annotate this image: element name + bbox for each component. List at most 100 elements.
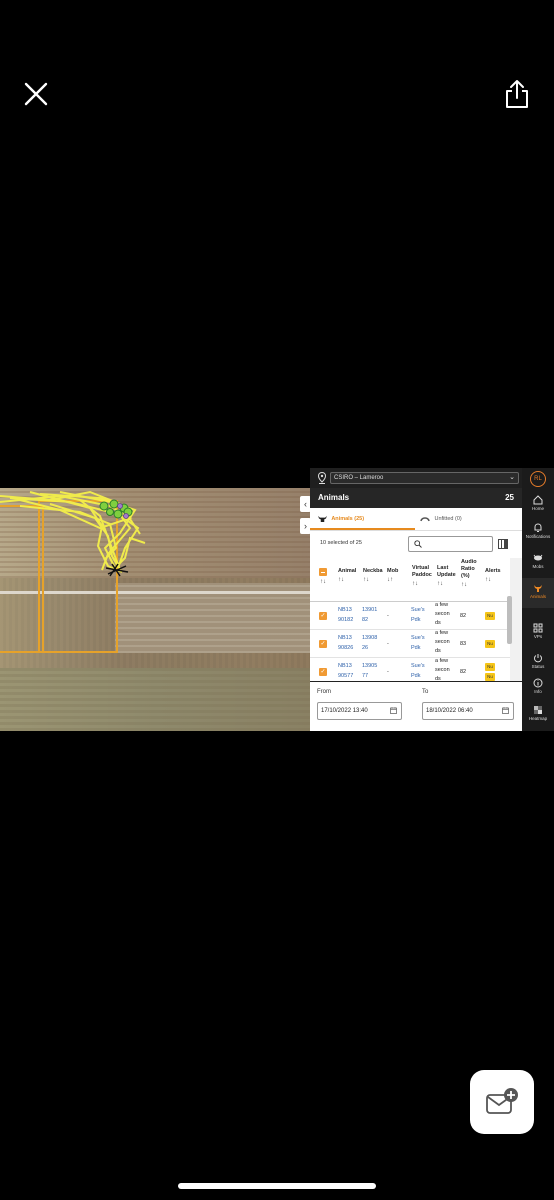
right-nav: RL Home Notifications Mobs Animals VPs S…	[522, 468, 554, 731]
info-icon	[533, 678, 543, 688]
nav-mobs[interactable]: Mobs	[522, 548, 554, 578]
property-select[interactable]: CSIRO – Lameroo ⌄	[330, 472, 519, 484]
nav-status-label: Status	[531, 664, 545, 669]
from-date-value: 17/10/2022 13:40	[321, 708, 368, 714]
virtual-paddock-value[interactable]: Sue's Pdk	[411, 633, 425, 653]
last-update-value: a few secon ds	[435, 630, 450, 654]
audio-ratio-value: 82	[460, 613, 467, 619]
close-button[interactable]	[20, 78, 52, 110]
scroll-thumb[interactable]	[507, 596, 512, 644]
from-label: From	[317, 689, 331, 695]
animal-count: 25	[505, 493, 514, 502]
tab-animals[interactable]: Animals (25)	[310, 508, 415, 530]
column-label: Virtual Paddoc	[412, 565, 432, 578]
sort-icon[interactable]: ↑↓	[320, 579, 326, 585]
account-bar: CSIRO – Lameroo ⌄	[310, 468, 522, 488]
nav-animals-label: Animals	[529, 594, 546, 599]
nav-home[interactable]: Home	[522, 490, 554, 520]
virtual-paddock-value[interactable]: Sue's Pdk	[411, 661, 425, 681]
table-row[interactable]: ✓ NB13 90577 13905 77 - Sue's Pdk a few seco…	[310, 658, 510, 681]
row-checkbox[interactable]: ✓	[319, 612, 327, 620]
to-date-input[interactable]: 18/10/2022 06:40	[422, 702, 514, 720]
neckband-id[interactable]: 13905 77	[362, 661, 377, 681]
mail-add-icon	[486, 1088, 518, 1114]
map-view[interactable]	[0, 488, 310, 731]
location-pin-icon	[318, 472, 326, 484]
to-label: To	[422, 689, 429, 695]
to-date-value: 18/10/2022 06:40	[426, 708, 473, 714]
row-checkbox[interactable]: ✓	[319, 668, 327, 676]
animal-icon	[534, 585, 542, 592]
nav-info-label: Info	[534, 689, 542, 694]
select-all-checkbox[interactable]	[319, 568, 327, 576]
column-label: Neckba	[363, 568, 383, 574]
share-icon	[506, 80, 528, 108]
mail-add-button[interactable]	[470, 1070, 534, 1134]
share-button[interactable]	[500, 76, 534, 112]
table-row[interactable]: ✓ NB13 90826 13908 26 - Sue's Pdk a few seco…	[310, 630, 510, 658]
from-date-input[interactable]: 17/10/2022 13:40	[317, 702, 402, 720]
alert-badge[interactable]: Nu	[485, 673, 495, 681]
calendar-icon	[390, 707, 397, 714]
nav-vps[interactable]: VPs	[522, 618, 554, 648]
column-label: Last Update	[437, 565, 456, 578]
audio-ratio-value: 82	[460, 669, 467, 675]
search-input[interactable]	[408, 536, 493, 552]
nav-info[interactable]: Info	[522, 673, 554, 703]
sort-icon: ↑↓	[363, 577, 369, 583]
calendar-icon	[502, 707, 509, 714]
column-header-virtual-paddock[interactable]: Virtual Paddoc ↑↓	[412, 565, 434, 588]
nav-heatmap[interactable]: Heatmap	[522, 700, 554, 730]
search-icon	[414, 540, 422, 548]
alert-badge[interactable]: Nu	[485, 640, 495, 648]
sort-icon: ↑↓	[412, 581, 418, 587]
animal-id[interactable]: NB13 90182	[338, 605, 353, 625]
chevron-left-icon: ‹	[304, 499, 307, 509]
row-checkbox[interactable]: ✓	[319, 640, 327, 648]
neckband-id[interactable]: 13908 26	[362, 633, 377, 653]
columns-icon[interactable]	[498, 539, 508, 549]
nav-heatmap-label: Heatmap	[528, 716, 548, 721]
mob-value: -	[387, 641, 389, 647]
close-x-icon	[24, 82, 48, 106]
column-label: Alerts	[485, 568, 501, 574]
neckband-id[interactable]: 13901 82	[362, 605, 377, 625]
column-header-last-update[interactable]: Last Update ↑↓	[437, 565, 457, 588]
animals-table: ↑↓ Animal ↑↓ Neckba ↑↓ Mob ↓↑ Virtual Pa…	[310, 558, 522, 681]
nav-notifications[interactable]: Notifications	[522, 518, 554, 548]
grid-icon	[533, 623, 543, 633]
sort-icon: ↓↑	[387, 577, 393, 583]
column-label: Animal	[338, 568, 357, 574]
animal-track-lines	[0, 490, 146, 577]
animal-id[interactable]: NB13 90577	[338, 661, 353, 681]
selection-toolbar: 10 selected of 25	[310, 531, 522, 555]
user-avatar[interactable]: RL	[530, 471, 546, 487]
nav-home-label: Home	[531, 506, 544, 511]
power-icon	[534, 654, 542, 663]
column-header-audio-ratio[interactable]: Audio Ratio (%) ↑↓	[461, 559, 481, 589]
alert-badge[interactable]: Nu	[485, 612, 495, 620]
nav-animals[interactable]: Animals	[522, 578, 554, 608]
panel-header: Animals 25	[310, 488, 522, 508]
animals-panel: Animals 25 Animals (25) Unfitted (0) 10 …	[310, 488, 522, 731]
animal-id[interactable]: NB13 90826	[338, 633, 353, 653]
alert-badge[interactable]: Nu	[485, 663, 495, 671]
sort-icon: ↑↓	[461, 582, 467, 588]
tab-unfitted[interactable]: Unfitted (0)	[420, 508, 520, 530]
home-icon	[533, 495, 543, 505]
column-header-alerts[interactable]: Alerts ↑↓	[485, 568, 501, 584]
chevron-down-icon: ⌄	[509, 474, 515, 481]
bell-icon	[534, 523, 542, 532]
column-header-neckband[interactable]: Neckba ↑↓	[363, 568, 383, 584]
column-header-animal[interactable]: Animal ↑↓	[338, 568, 356, 584]
virtual-paddock-value[interactable]: Sue's Pdk	[411, 605, 425, 625]
nav-vps-label: VPs	[533, 634, 543, 639]
mob-value: -	[387, 613, 389, 619]
column-header-mob[interactable]: Mob ↓↑	[387, 568, 398, 584]
mobs-icon	[533, 554, 543, 561]
panel-title: Animals	[318, 493, 350, 502]
table-row[interactable]: ✓ NB13 90182 13901 82 - Sue's Pdk a few seco…	[310, 602, 510, 630]
home-indicator[interactable]	[178, 1183, 376, 1189]
last-update-value: a few secon ds	[435, 602, 450, 626]
tab-unfitted-label: Unfitted (0)	[434, 516, 462, 522]
